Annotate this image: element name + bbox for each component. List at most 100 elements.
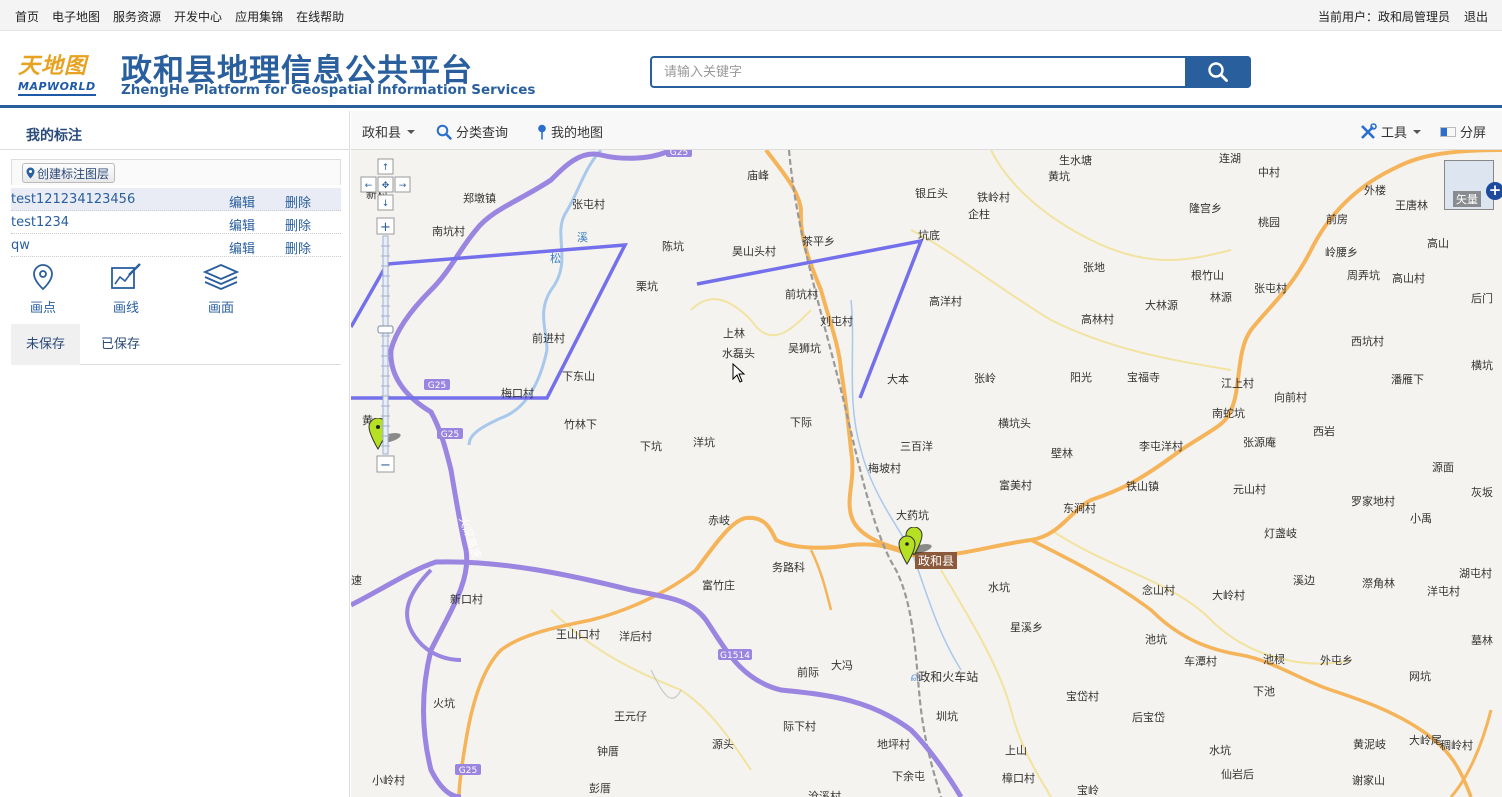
tools-dropdown[interactable]: 工具 bbox=[1359, 122, 1422, 141]
map-place-label: 念山村 bbox=[1142, 584, 1175, 597]
layer-row[interactable]: test121234123456 编辑 删除 bbox=[11, 188, 341, 211]
layer-name[interactable]: qw bbox=[11, 238, 30, 253]
nav-link-apps[interactable]: 应用集锦 bbox=[235, 8, 283, 25]
map-place-label: 岭腰乡 bbox=[1325, 246, 1358, 259]
map-place-label: 洋后村 bbox=[619, 630, 652, 643]
basemap-switcher[interactable]: 矢量 bbox=[1444, 160, 1494, 210]
map-place-label: 西岩 bbox=[1313, 425, 1335, 438]
zoom-in-button[interactable]: + bbox=[376, 217, 395, 235]
layer-row[interactable]: test1234 编辑 删除 bbox=[11, 211, 341, 234]
map-place-label: 漈角林 bbox=[1362, 577, 1395, 590]
map-place-label: 南坑村 bbox=[432, 225, 465, 238]
map-place-label: 高洋村 bbox=[929, 295, 962, 308]
layer-name[interactable]: test1234 bbox=[11, 215, 69, 230]
tab-saved[interactable]: 已保存 bbox=[86, 324, 155, 365]
map-place-label: 下东山 bbox=[562, 370, 595, 383]
map-place-label: 东涧村 bbox=[1063, 502, 1096, 515]
map-place-label: 源头 bbox=[712, 738, 734, 751]
svg-text:G25: G25 bbox=[670, 150, 688, 158]
tab-unsaved[interactable]: 未保存 bbox=[11, 324, 81, 365]
svg-text:G25: G25 bbox=[428, 381, 446, 391]
map-place-label: 际下村 bbox=[783, 720, 816, 733]
map-place-label: 根竹山 bbox=[1191, 269, 1224, 282]
create-layer-button[interactable]: 创建标注图层 bbox=[22, 163, 116, 183]
layer-name[interactable]: test121234123456 bbox=[11, 192, 135, 207]
map-place-label: 栗坑 bbox=[636, 280, 658, 293]
map-place-label: 银丘头 bbox=[915, 187, 948, 200]
nav-link-home[interactable]: 首页 bbox=[15, 8, 39, 25]
map-pin-marker[interactable] bbox=[898, 527, 938, 567]
map-place-label: 仙岩后 bbox=[1221, 768, 1254, 781]
draw-polygon-label: 画面 bbox=[207, 301, 234, 316]
map-place-label: 前房 bbox=[1326, 213, 1348, 226]
search-icon bbox=[1208, 62, 1228, 82]
nav-link-services[interactable]: 服务资源 bbox=[113, 8, 161, 25]
draw-line-label: 画线 bbox=[112, 301, 139, 316]
map-view[interactable]: G25 G25 G25 G1514 G25 火深高速 郑墩镇 张屯村 庙峰 生水塘 连湖… bbox=[351, 150, 1502, 797]
logout-link[interactable]: 退出 bbox=[1464, 8, 1488, 25]
map-place-label: 李屯洋村 bbox=[1139, 440, 1183, 453]
search-bar bbox=[650, 56, 1251, 88]
map-place-label: 圳坑 bbox=[936, 710, 958, 723]
map-place-label: 溪边 bbox=[1293, 574, 1315, 587]
nav-link-dev[interactable]: 开发中心 bbox=[174, 8, 222, 25]
layer-toolbar: 创建标注图层 bbox=[11, 159, 341, 185]
map-place-label: 罗家地村 bbox=[1351, 495, 1395, 508]
split-screen-label: 分屏 bbox=[1460, 126, 1487, 141]
svg-text:↓: ↓ bbox=[382, 199, 390, 209]
map-place-label: 后门 bbox=[1471, 292, 1493, 305]
layer-row[interactable]: qw 编辑 删除 bbox=[11, 234, 341, 257]
nav-link-emap[interactable]: 电子地图 bbox=[52, 8, 100, 25]
panel-header: 我的标注 bbox=[0, 111, 350, 150]
map-place-label: 下池 bbox=[1253, 685, 1275, 698]
map-place-label: 池棂 bbox=[1263, 653, 1285, 666]
map-place-label: 外楼 bbox=[1364, 184, 1386, 197]
map-pin-icon bbox=[538, 124, 546, 139]
zoom-out-button[interactable]: − bbox=[376, 455, 395, 473]
edit-layer-button[interactable]: 编辑 bbox=[229, 215, 255, 234]
delete-layer-button[interactable]: 删除 bbox=[285, 238, 311, 257]
map-place-label: 横坑 bbox=[1471, 359, 1493, 372]
tianditu-logo[interactable]: 天地图 MAPWORLD bbox=[16, 48, 104, 98]
map-place-label: 网坑 bbox=[1409, 670, 1431, 683]
map-pin-icon bbox=[33, 264, 53, 291]
pan-control[interactable]: ↑ ← ✥ → ↓ bbox=[360, 158, 411, 211]
category-search-label: 分类查询 bbox=[456, 126, 509, 141]
zoom-slider[interactable] bbox=[377, 235, 394, 455]
map-place-label: 速 bbox=[351, 574, 362, 587]
svg-text:G1514: G1514 bbox=[720, 651, 750, 661]
map-place-label: 坑底 bbox=[918, 229, 940, 242]
category-search-button[interactable]: 分类查询 bbox=[436, 122, 508, 141]
map-place-label: 高山 bbox=[1427, 237, 1449, 250]
draw-polygon-button[interactable]: 画面 bbox=[191, 263, 251, 316]
draw-point-button[interactable]: 画点 bbox=[13, 263, 73, 316]
nav-link-help[interactable]: 在线帮助 bbox=[296, 8, 344, 25]
map-place-label: 钟厝 bbox=[597, 745, 619, 758]
current-user-name[interactable]: 政和局管理员 bbox=[1378, 10, 1450, 24]
svg-text:←: ← bbox=[365, 181, 373, 191]
edit-layer-button[interactable]: 编辑 bbox=[229, 192, 255, 211]
draw-line-button[interactable]: 画线 bbox=[96, 263, 156, 316]
map-place-label: 车潭村 bbox=[1184, 655, 1217, 668]
map-place-label: 黄泥岐 bbox=[1353, 738, 1386, 751]
map-place-label: 生水塘 bbox=[1059, 154, 1092, 167]
map-place-label: 后宝岱 bbox=[1132, 711, 1165, 724]
logo-cn: 天地图 bbox=[18, 53, 88, 79]
split-screen-button[interactable]: 分屏 bbox=[1440, 122, 1486, 141]
map-place-label: 上山 bbox=[1005, 744, 1027, 757]
my-map-button[interactable]: 我的地图 bbox=[537, 122, 603, 141]
map-place-label: 高林村 bbox=[1081, 313, 1114, 326]
delete-layer-button[interactable]: 删除 bbox=[285, 192, 311, 211]
region-dropdown[interactable]: 政和县 bbox=[362, 122, 416, 141]
station-label[interactable]: ⍝政和火车站 bbox=[911, 668, 978, 685]
search-button[interactable] bbox=[1185, 56, 1251, 88]
edit-layer-button[interactable]: 编辑 bbox=[229, 238, 255, 257]
map-place-label: 沧溪村 bbox=[808, 790, 841, 797]
delete-layer-button[interactable]: 删除 bbox=[285, 215, 311, 234]
map-place-label: 庙峰 bbox=[747, 169, 769, 182]
expand-plus-icon[interactable]: + bbox=[1486, 182, 1502, 200]
map-place-label: 富竹庄 bbox=[702, 579, 735, 592]
search-input[interactable] bbox=[652, 58, 1187, 86]
map-place-label: 前坑村 bbox=[785, 288, 818, 301]
map-place-label: 王唐林 bbox=[1395, 199, 1428, 212]
